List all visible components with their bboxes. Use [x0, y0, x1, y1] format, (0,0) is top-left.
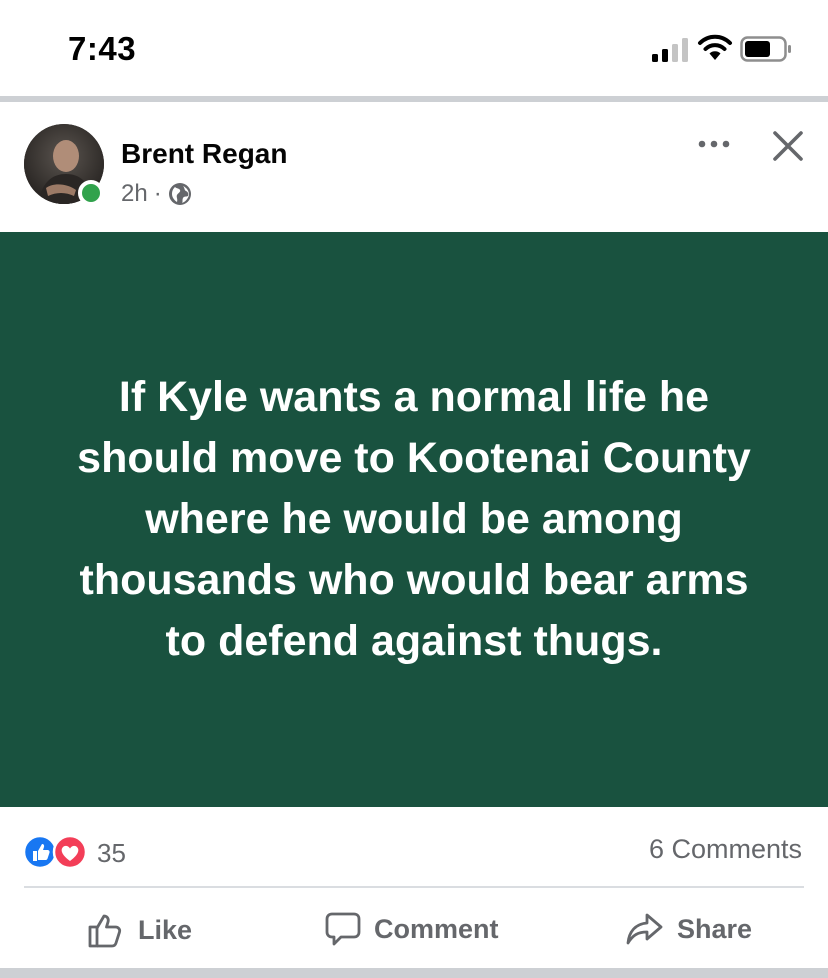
reaction-count[interactable]: 35 — [97, 838, 126, 869]
comment-bubble-icon — [325, 912, 361, 946]
action-bar: Like Comment Share — [0, 888, 828, 968]
comment-button[interactable]: Comment — [324, 910, 499, 948]
post-header: Brent Regan 2h · — [0, 102, 828, 232]
wifi-icon — [698, 34, 732, 60]
reactions-row: 35 6 Comments — [0, 807, 828, 887]
bottom-divider — [0, 968, 828, 978]
close-icon[interactable] — [770, 128, 806, 164]
cellular-signal-icon — [652, 38, 688, 62]
like-reaction-icon — [22, 834, 58, 870]
love-reaction-icon — [52, 834, 88, 870]
thumbs-up-icon — [88, 914, 122, 948]
online-status-dot — [78, 180, 104, 206]
meta-separator: · — [153, 180, 162, 207]
like-label: Like — [138, 914, 193, 945]
status-bar: 7:43 — [0, 0, 828, 96]
like-button[interactable]: Like — [86, 910, 192, 950]
reaction-icons[interactable] — [22, 833, 90, 871]
post-text: If Kyle wants a normal life he should mo… — [77, 373, 751, 665]
more-options-icon[interactable] — [694, 132, 734, 156]
comments-count[interactable]: 6 Comments — [649, 834, 802, 865]
globe-icon[interactable] — [168, 182, 192, 206]
post-meta: 2h · — [121, 180, 192, 208]
share-arrow-icon — [626, 913, 663, 945]
share-button[interactable]: Share — [625, 910, 752, 948]
share-label: Share — [677, 913, 753, 944]
comment-label: Comment — [374, 913, 499, 944]
status-time: 7:43 — [68, 30, 137, 67]
post-timestamp[interactable]: 2h — [121, 180, 148, 208]
post-content: If Kyle wants a normal life he should mo… — [0, 232, 828, 807]
battery-icon — [740, 36, 791, 62]
author-name[interactable]: Brent Regan — [121, 138, 287, 170]
